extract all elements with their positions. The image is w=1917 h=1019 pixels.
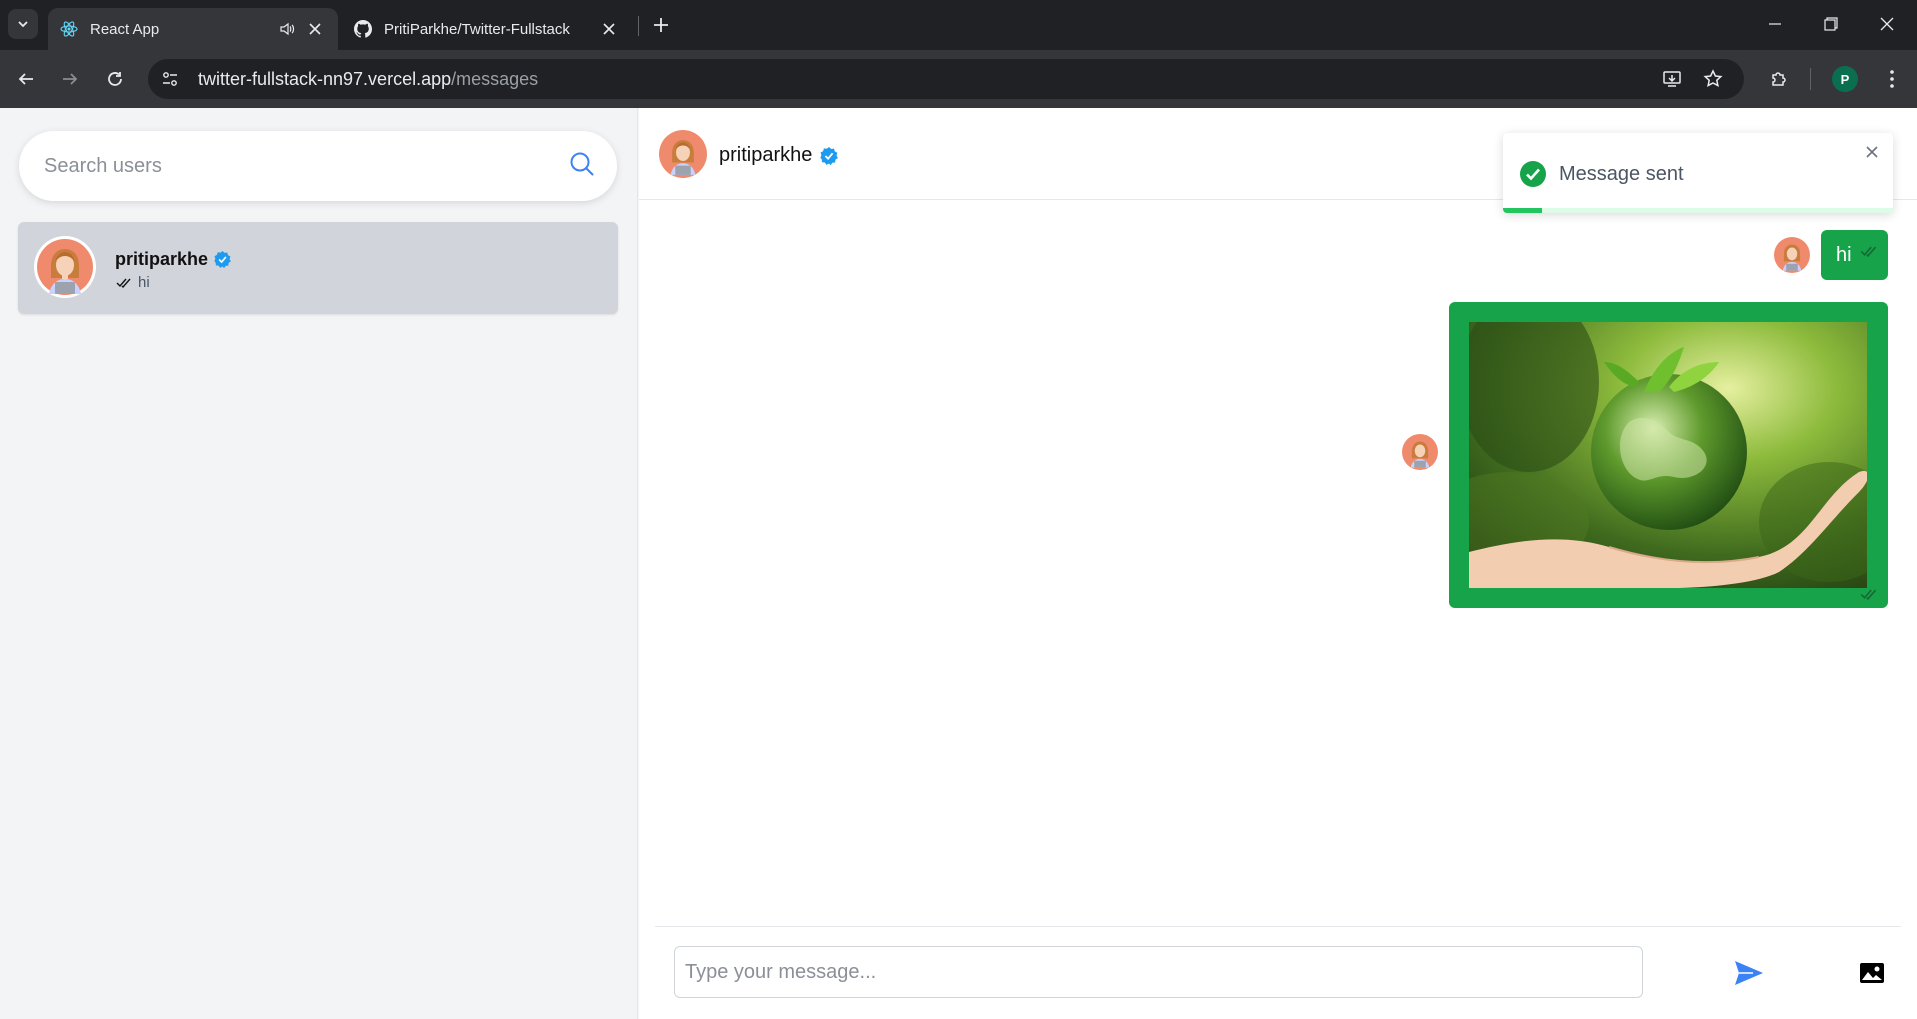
- bookmark-button[interactable]: [1697, 63, 1729, 95]
- message-avatar: [1402, 434, 1438, 470]
- close-icon: [1880, 17, 1894, 31]
- chevron-down-icon: [18, 21, 28, 28]
- image-icon: [1860, 963, 1884, 983]
- url-text: twitter-fullstack-nn97.vercel.app/messag…: [198, 69, 538, 90]
- avatar[interactable]: [659, 130, 707, 178]
- image-message-bubble[interactable]: [1449, 302, 1888, 608]
- puzzle-icon: [1772, 72, 1786, 86]
- send-icon: [1735, 961, 1763, 985]
- chat-header-name-text: pritiparkhe: [719, 144, 813, 166]
- double-check-icon: [1860, 246, 1877, 257]
- message-text: hi: [1836, 243, 1852, 266]
- close-icon: [1866, 146, 1878, 158]
- user-search: [19, 131, 617, 201]
- more-vertical-icon: [1890, 70, 1894, 88]
- minimize-button[interactable]: [1750, 8, 1800, 40]
- url-path: /messages: [451, 68, 539, 89]
- message-input[interactable]: [674, 946, 1643, 998]
- chat-header-name: pritiparkhe: [719, 144, 839, 167]
- tab-separator: [638, 16, 639, 36]
- restore-icon: [1824, 17, 1838, 31]
- forward-button[interactable]: [54, 63, 86, 95]
- react-icon: [60, 20, 78, 38]
- conversations-sidebar: pritiparkhe hi: [0, 108, 638, 1019]
- toast-progress-track: [1503, 208, 1893, 213]
- tab-github[interactable]: PritiParkhe/Twitter-Fullstack: [342, 8, 632, 50]
- new-tab-button[interactable]: [648, 12, 674, 38]
- message-bubble: hi: [1821, 230, 1888, 280]
- search-input[interactable]: [44, 154, 569, 178]
- tab-title: React App: [90, 20, 160, 38]
- close-tab-icon[interactable]: [598, 18, 620, 40]
- attach-image-button[interactable]: [1857, 958, 1887, 988]
- avatar: [34, 236, 96, 298]
- arrow-right-icon: [63, 73, 78, 85]
- message-avatar: [1774, 237, 1810, 273]
- close-tab-icon[interactable]: [304, 18, 326, 40]
- reload-icon: [108, 72, 122, 86]
- install-app-button[interactable]: [1656, 63, 1688, 95]
- conversation-last-message: hi: [116, 274, 150, 291]
- toolbar-divider: [1810, 68, 1811, 90]
- extensions-button[interactable]: [1763, 63, 1795, 95]
- tab-react-app[interactable]: React App: [48, 8, 338, 50]
- install-icon: [1663, 71, 1681, 87]
- restore-button[interactable]: [1806, 8, 1856, 40]
- github-icon: [354, 20, 372, 38]
- double-check-icon: [116, 278, 131, 288]
- tab-search-button[interactable]: [8, 9, 38, 39]
- minimize-icon: [1769, 23, 1781, 25]
- composer-divider: [655, 926, 1901, 927]
- last-message-text: hi: [138, 274, 150, 291]
- tab-title: PritiParkhe/Twitter-Fullstack: [384, 20, 570, 38]
- hand-holding-globe-image[interactable]: [1469, 322, 1867, 588]
- chat-panel: pritiparkhe hi: [639, 108, 1917, 1019]
- conversation-name: pritiparkhe: [115, 249, 231, 270]
- url-host: twitter-fullstack-nn97.vercel.app: [198, 68, 452, 89]
- back-button[interactable]: [10, 63, 42, 95]
- browser-tab-bar: React App PritiParkhe/Twitter-Fullstack: [0, 0, 1917, 50]
- toast-notification: Message sent: [1503, 133, 1893, 213]
- close-window-button[interactable]: [1862, 8, 1912, 40]
- verified-badge-icon: [214, 251, 231, 268]
- profile-avatar[interactable]: P: [1832, 66, 1858, 92]
- conversation-name-text: pritiparkhe: [115, 249, 209, 269]
- double-check-icon: [1860, 589, 1877, 600]
- conversation-item[interactable]: pritiparkhe hi: [18, 222, 618, 314]
- arrow-left-icon: [18, 73, 33, 85]
- reload-button[interactable]: [99, 63, 131, 95]
- plus-icon: [654, 18, 668, 32]
- toast-progress-bar: [1503, 208, 1542, 213]
- verified-badge-icon: [820, 146, 839, 165]
- speaker-icon[interactable]: [276, 18, 298, 40]
- toast-message: Message sent: [1559, 163, 1684, 185]
- check-circle-icon: [1520, 161, 1546, 187]
- site-info-icon[interactable]: [152, 61, 188, 97]
- star-icon: [1703, 69, 1723, 88]
- menu-button[interactable]: [1876, 63, 1908, 95]
- search-icon[interactable]: [569, 151, 595, 182]
- toast-close-button[interactable]: [1863, 143, 1881, 161]
- address-bar[interactable]: twitter-fullstack-nn97.vercel.app/messag…: [148, 59, 1744, 99]
- send-button[interactable]: [1731, 956, 1767, 990]
- browser-toolbar: twitter-fullstack-nn97.vercel.app/messag…: [0, 50, 1917, 108]
